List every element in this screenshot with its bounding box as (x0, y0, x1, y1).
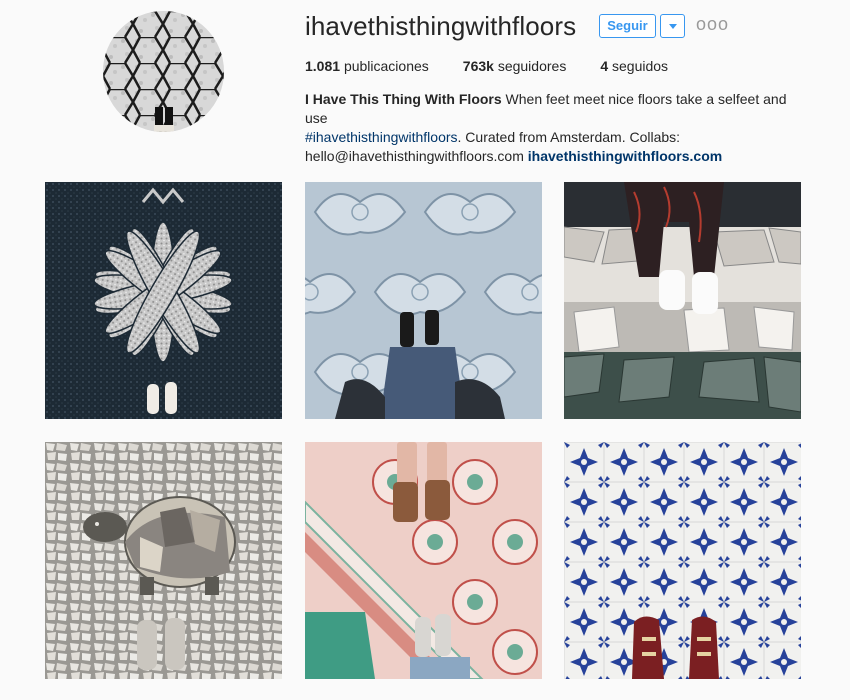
bio-email: hello@ihavethisthingwithfloors.com (305, 148, 524, 164)
turtle-mosaic-floor-icon (45, 442, 282, 679)
bio-text-2: . Curated from Amsterdam. Collabs: (457, 129, 681, 145)
posts-stat: 1.081 publicaciones (305, 58, 429, 74)
lotus-mosaic-floor-icon (45, 182, 282, 419)
broken-marble-floor-icon (564, 182, 801, 419)
following-label: seguidos (612, 58, 669, 74)
profile-stats: 1.081 publicaciones 763k seguidores 4 se… (305, 58, 702, 74)
blue-azulejo-tile-floor-icon (564, 442, 801, 679)
follow-button[interactable]: Seguir (599, 14, 656, 38)
posts-label: publicaciones (343, 58, 429, 74)
avatar[interactable] (103, 11, 224, 132)
followers-stat[interactable]: 763k seguidores (463, 58, 567, 74)
post-thumbnail[interactable] (45, 442, 282, 679)
pink-patterned-tile-floor-icon (305, 442, 542, 679)
following-stat[interactable]: 4 seguidos (600, 58, 668, 74)
blue-cement-tile-floor-icon (305, 182, 542, 419)
following-count: 4 (600, 58, 609, 74)
profile-bio: I Have This Thing With Floors When feet … (305, 90, 805, 166)
post-thumbnail[interactable] (564, 442, 801, 679)
suggestions-dropdown-button[interactable] (660, 14, 685, 38)
bio-full-name: I Have This Thing With Floors (305, 91, 502, 107)
followers-count: 763k (462, 58, 494, 74)
post-thumbnail[interactable] (305, 182, 542, 419)
more-options-icon[interactable]: ooo (696, 15, 729, 33)
chevron-down-icon (669, 24, 677, 29)
followers-label: seguidores (497, 58, 567, 74)
post-thumbnail[interactable] (305, 442, 542, 679)
bio-hashtag-link[interactable]: #ihavethisthingwithfloors (305, 129, 458, 145)
posts-count: 1.081 (305, 58, 341, 74)
profile-username: ihavethisthingwithfloors (305, 11, 577, 41)
post-thumbnail[interactable] (45, 182, 282, 419)
post-thumbnail[interactable] (564, 182, 801, 419)
website-link[interactable]: ihavethisthingwithfloors.com (528, 148, 722, 164)
